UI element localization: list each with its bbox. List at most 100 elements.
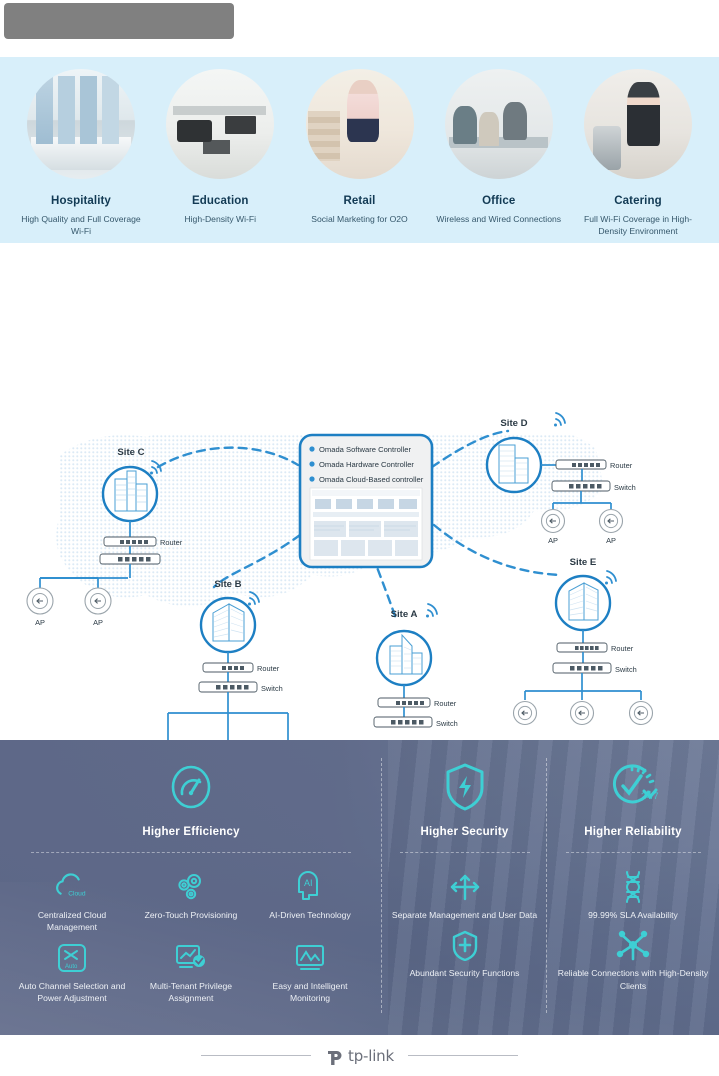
scenario-card[interactable]: Catering Full Wi-Fi Coverage in High-Den… xyxy=(571,69,705,238)
wifi-icon xyxy=(426,603,438,618)
omada-dashboard-thumbnail xyxy=(309,487,423,561)
site-c-ap-2: AP xyxy=(84,587,112,627)
wifi-icon xyxy=(554,412,566,427)
feature-title: Higher Reliability xyxy=(584,826,682,838)
scenario-description: Wireless and Wired Connections xyxy=(436,214,562,224)
feature-item-label: Multi-Tenant Privilege Assignment xyxy=(149,980,233,1004)
feature-item[interactable]: Multi-Tenant Privilege Assignment xyxy=(132,934,251,1005)
scenario-card[interactable]: Hospitality High Quality and Full Covera… xyxy=(14,69,148,238)
features-section: Higher Efficiency Cloud Centralized Clou… xyxy=(0,740,719,1035)
dna-icon xyxy=(550,867,716,907)
svg-text:Auto: Auto xyxy=(65,964,78,970)
feature-column-efficiency: Higher Efficiency Cloud Centralized Clou… xyxy=(0,740,382,1035)
svg-text:Router: Router xyxy=(434,699,457,708)
feature-item-label: Auto Channel Selection and Power Adjustm… xyxy=(18,980,126,1004)
svg-text:Router: Router xyxy=(610,461,633,470)
site-d-ap-2: AP xyxy=(598,508,624,545)
footer-rule-right xyxy=(407,1055,518,1056)
monitoring-icon xyxy=(253,938,368,978)
svg-text:Switch: Switch xyxy=(614,483,636,492)
site-c-router: Router xyxy=(103,536,183,547)
site-e-label: Site E xyxy=(570,557,597,568)
svg-text:AP: AP xyxy=(606,536,616,545)
shield-check-icon xyxy=(387,925,543,965)
site-d-ap-1: AP xyxy=(540,508,566,545)
scenario-card[interactable]: Education High-Density Wi-Fi xyxy=(153,69,287,225)
scenario-description: High Quality and Full Coverage Wi-Fi xyxy=(21,214,141,237)
site-b-router: Router xyxy=(202,662,280,673)
site-b-switch: Switch xyxy=(198,681,283,693)
svg-text:AP: AP xyxy=(35,618,45,627)
tp-link-logo: tp-link xyxy=(325,1045,394,1067)
controller-bullet-2: Omada Hardware Controller xyxy=(319,460,414,469)
shield-bolt-icon xyxy=(382,758,547,816)
cloud-icon: Cloud xyxy=(15,867,130,907)
feature-title: Higher Efficiency xyxy=(142,826,240,838)
feature-item-label: 99.99% SLA Availability xyxy=(588,910,678,920)
scenario-title: Education xyxy=(192,195,249,207)
feature-item[interactable]: Zero-Touch Provisioning xyxy=(132,863,251,934)
multi-tenant-icon xyxy=(134,938,249,978)
barista-photo xyxy=(584,69,692,179)
feature-column-security: Higher Security Separate Management and … xyxy=(382,740,547,1035)
site-a-label: Site A xyxy=(391,609,418,620)
scenario-description: High-Density Wi-Fi xyxy=(184,214,257,224)
scenarios-section: Hospitality High Quality and Full Covera… xyxy=(0,57,719,243)
scenario-title: Office xyxy=(482,195,516,207)
feature-title: Higher Security xyxy=(420,826,509,838)
gears-icon xyxy=(134,867,249,907)
feature-item[interactable]: AI AI-Driven Technology xyxy=(251,863,370,934)
scenario-card[interactable]: Office Wireless and Wired Connections xyxy=(432,69,566,225)
site-e-group: Site E Router Switch xyxy=(512,557,654,726)
feature-item[interactable]: Easy and Intelligent Monitoring xyxy=(251,934,370,1005)
svg-text:Cloud: Cloud xyxy=(68,891,86,898)
site-c-ap-1: AP xyxy=(26,587,54,627)
controller-bullet-1: Omada Software Controller xyxy=(319,445,411,454)
hotel-lobby-photo xyxy=(27,69,135,179)
classroom-photo xyxy=(166,69,275,179)
scenario-title: Catering xyxy=(614,195,662,207)
auto-channel-icon: Auto xyxy=(15,938,130,978)
hub-nodes-icon xyxy=(550,925,716,965)
feature-item-label: Separate Management and User Data xyxy=(391,910,538,920)
page-root: Hospitality High Quality and Full Covera… xyxy=(0,0,719,1076)
site-e-ap-3 xyxy=(628,700,654,726)
office-meeting-photo xyxy=(444,69,553,179)
site-a-router: Router xyxy=(377,697,457,708)
feature-item[interactable]: Separate Management and User Data xyxy=(385,863,545,921)
retail-shopper-photo xyxy=(305,69,414,179)
svg-text:AP: AP xyxy=(548,536,558,545)
scenario-description: Social Marketing for O2O xyxy=(311,214,408,224)
site-a-group: Site A Router Switch xyxy=(373,603,458,728)
site-a-switch: Switch xyxy=(373,716,458,728)
footer-brand-text: tp-link xyxy=(348,1046,394,1065)
feature-item-label: AI-Driven Technology xyxy=(269,910,351,920)
site-e-switch: Switch xyxy=(552,662,637,674)
site-d-label: Site D xyxy=(500,418,527,429)
scenario-title: Retail xyxy=(343,195,376,207)
feature-item[interactable]: Abundant Security Functions xyxy=(385,921,545,979)
feature-item[interactable]: Cloud Centralized Cloud Management xyxy=(13,863,132,934)
page-footer: tp-link xyxy=(0,1035,719,1076)
svg-text:AI: AI xyxy=(304,878,313,888)
feature-item-label: Abundant Security Functions xyxy=(409,968,520,979)
feature-item[interactable]: 99.99% SLA Availability xyxy=(548,863,718,921)
scenario-card[interactable]: Retail Social Marketing for O2O xyxy=(293,69,427,225)
controller-panel: Omada Software Controller Omada Hardware… xyxy=(298,433,434,569)
feature-item-label: Centralized Cloud Management xyxy=(37,910,107,933)
site-d-switch: Switch xyxy=(551,480,636,492)
svg-text:Switch: Switch xyxy=(261,684,283,693)
site-c-label: Site C xyxy=(117,447,144,458)
site-e-ap-2 xyxy=(569,700,595,726)
feature-column-reliability: 24/7 Higher Reliability 99.99% SLA Avail… xyxy=(547,740,719,1035)
split-arrows-icon xyxy=(387,867,543,907)
scenario-title: Hospitality xyxy=(51,195,111,207)
network-topology-diagram: Omada Software Controller Omada Hardware… xyxy=(0,395,719,740)
feature-item[interactable]: Reliable Connections with High-Density C… xyxy=(548,921,718,992)
svg-text:Switch: Switch xyxy=(436,719,458,728)
reliability-24-7-icon: 24/7 xyxy=(547,758,719,816)
ai-head-icon: AI xyxy=(253,867,368,907)
feature-item[interactable]: Auto Auto Channel Selection and Power Ad… xyxy=(13,934,132,1005)
controller-bullet-3: Omada Cloud-Based controller xyxy=(319,475,424,484)
feature-item-label: Easy and Intelligent Monitoring xyxy=(272,980,348,1004)
